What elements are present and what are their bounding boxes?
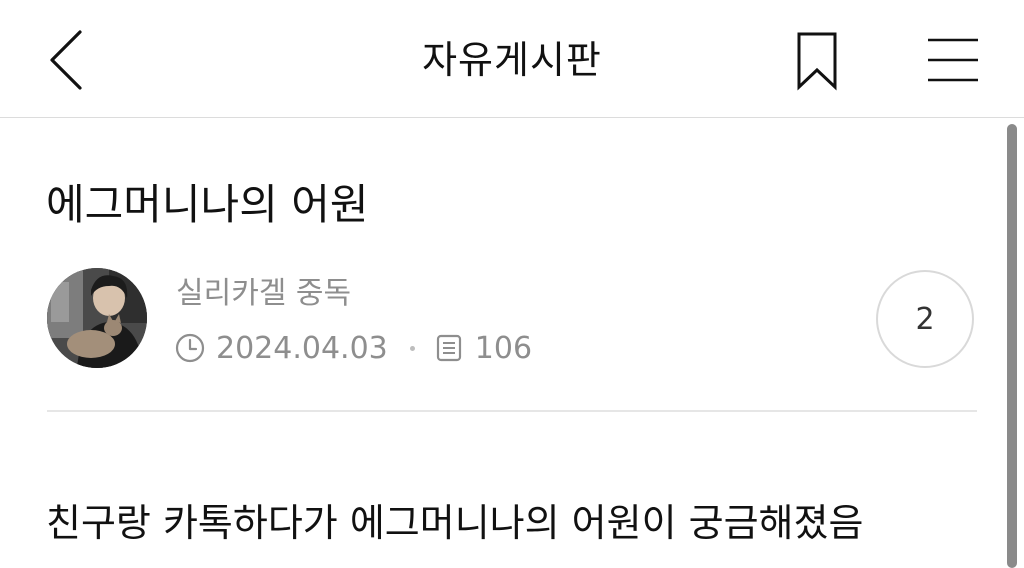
clock-icon	[175, 333, 205, 363]
post-title: 에그머니나의 어원	[46, 180, 369, 229]
chevron-left-icon	[50, 30, 82, 90]
comment-count-button[interactable]: 2	[876, 270, 974, 368]
author-name[interactable]: 실리카겔 중독	[176, 274, 351, 314]
post-detail-screen: 자유게시판 에그머니나의 어원 실리카겔 중독 2024.04.03 106 2…	[0, 0, 1024, 568]
avatar-photo-icon	[47, 268, 147, 368]
bookmark-button[interactable]	[790, 28, 844, 94]
post-date: 2024.04.03	[216, 330, 388, 366]
author-avatar[interactable]	[47, 268, 147, 368]
comment-count: 2	[915, 301, 935, 337]
post-meta: 2024.04.03 106	[174, 328, 532, 368]
divider	[47, 410, 977, 412]
view-count-icon	[436, 334, 461, 362]
scrollbar[interactable]	[1007, 124, 1017, 568]
meta-separator-dot	[409, 345, 415, 351]
top-nav-bar: 자유게시판	[0, 0, 1024, 118]
post-body: 친구랑 카톡하다가 에그머니나의 어원이 궁금해졌음	[46, 501, 864, 545]
menu-button[interactable]	[922, 30, 984, 90]
hamburger-menu-icon	[928, 38, 978, 82]
board-title: 자유게시판	[422, 38, 602, 82]
back-button[interactable]	[38, 26, 98, 94]
bookmark-icon	[797, 32, 837, 91]
view-count: 106	[474, 330, 533, 366]
